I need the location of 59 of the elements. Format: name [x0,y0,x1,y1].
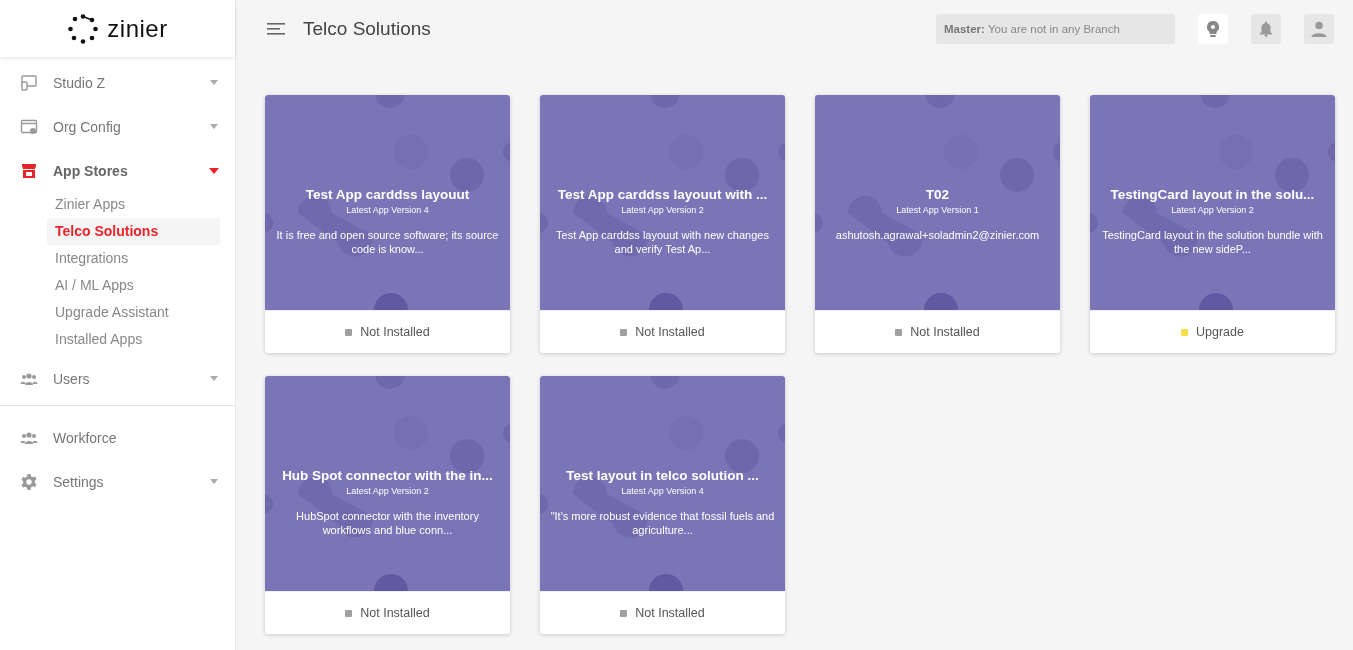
branch-indicator[interactable]: Master: You are not in any Branch [936,14,1175,44]
settings-icon [20,473,38,491]
card-description: "It's more robust evidence that fossil fuels and agriculture... [550,509,775,537]
card-title: Hub Spot connector with the in... [282,468,493,483]
config-icon [20,118,38,136]
card-version: Latest App Version 2 [1171,205,1254,215]
person-icon [1311,21,1327,37]
nav-item[interactable]: Users [0,361,235,397]
user-avatar-button[interactable] [1304,14,1334,44]
menu-icon[interactable] [267,22,285,36]
nav-subitem[interactable]: AI / ML Apps [47,272,220,299]
nav-item[interactable]: App Stores [0,153,235,189]
nav-subitem[interactable]: Upgrade Assistant [47,299,220,326]
page-title: Telco Solutions [303,18,432,40]
status-label: Upgrade [1196,325,1244,339]
card-title: T02 [925,187,950,202]
app-card[interactable]: Test App carddss layouut with ... Latest App Version 2 Test App carddss layouut with new changes and verify Test Ap... Not Installed [540,95,785,353]
status-label: Not Installed [360,606,430,620]
app-card[interactable]: T02 Latest App Version 1 ashutosh.agrawal+soladmin2@zinier.com Not Installed [815,95,1060,353]
card-description: ashutosh.agrawal+soladmin2@zinier.com [835,228,1040,242]
card-version: Latest App Version 4 [346,205,429,215]
store-icon [20,162,38,180]
card-title: Test App carddss layouut with ... [557,187,768,202]
lightbulb-button[interactable] [1198,14,1228,44]
users-icon [20,370,38,388]
status-label: Not Installed [360,325,430,339]
status-label: Not Installed [635,606,705,620]
card-description: HubSpot connector with the inventory workflows and blue conn... [295,509,480,537]
nav-subitem[interactable]: Installed Apps [47,326,220,353]
app-card[interactable]: Hub Spot connector with the in... Latest App Version 2 HubSpot connector with the inventory workflows and blue conn... Not Installed [265,376,510,634]
status-label: Not Installed [910,325,980,339]
card-title: Test layout in telco solution ... [566,468,759,483]
logo-text: zinier [107,14,168,43]
nav-subitem[interactable]: Telco Solutions [47,218,220,245]
nav-subitem[interactable]: Integrations [47,245,220,272]
card-description: Test App carddss layouut with new changes and verify Test Ap... [555,228,770,256]
card-description: TestingCard layout in the solution bundle with the new sideP... [1101,228,1324,256]
bell-icon [1259,21,1273,37]
app-card[interactable]: Test layout in telco solution ... Latest App Version 4 "It's more robust evidence that fossil fuels and agriculture... Not Installed [540,376,785,634]
lightbulb-icon [1207,21,1219,37]
nav-subitem[interactable]: Zinier Apps [47,191,220,218]
status-label: Not Installed [635,325,705,339]
card-version: Latest App Version 4 [621,486,704,496]
app-card[interactable]: Test App carddss layouut Latest App Version 4 It is free and open source software; its source code is know... Not Installed [265,95,510,353]
card-version: Latest App Version 2 [621,205,704,215]
users-icon [20,429,38,447]
logo-icon [67,12,100,45]
card-version: Latest App Version 1 [896,205,979,215]
card-version: Latest App Version 2 [346,486,429,496]
nav-item[interactable]: Studio Z [0,65,235,101]
nav-item[interactable]: Settings [0,464,235,500]
card-title: Test App carddss layouut [305,187,470,202]
card-description: It is free and open source software; its source code is know... [275,228,500,256]
nav-item[interactable]: Org Config [0,109,235,145]
app-card[interactable]: TestingCard layout in the solu... Latest App Version 2 TestingCard layout in the solution bundle with the new sideP... Upgrade [1090,95,1335,353]
monitor-icon [20,74,38,92]
notifications-button[interactable] [1251,14,1281,44]
nav-item[interactable]: Workforce [0,420,235,456]
card-title: TestingCard layout in the solu... [1110,187,1315,202]
